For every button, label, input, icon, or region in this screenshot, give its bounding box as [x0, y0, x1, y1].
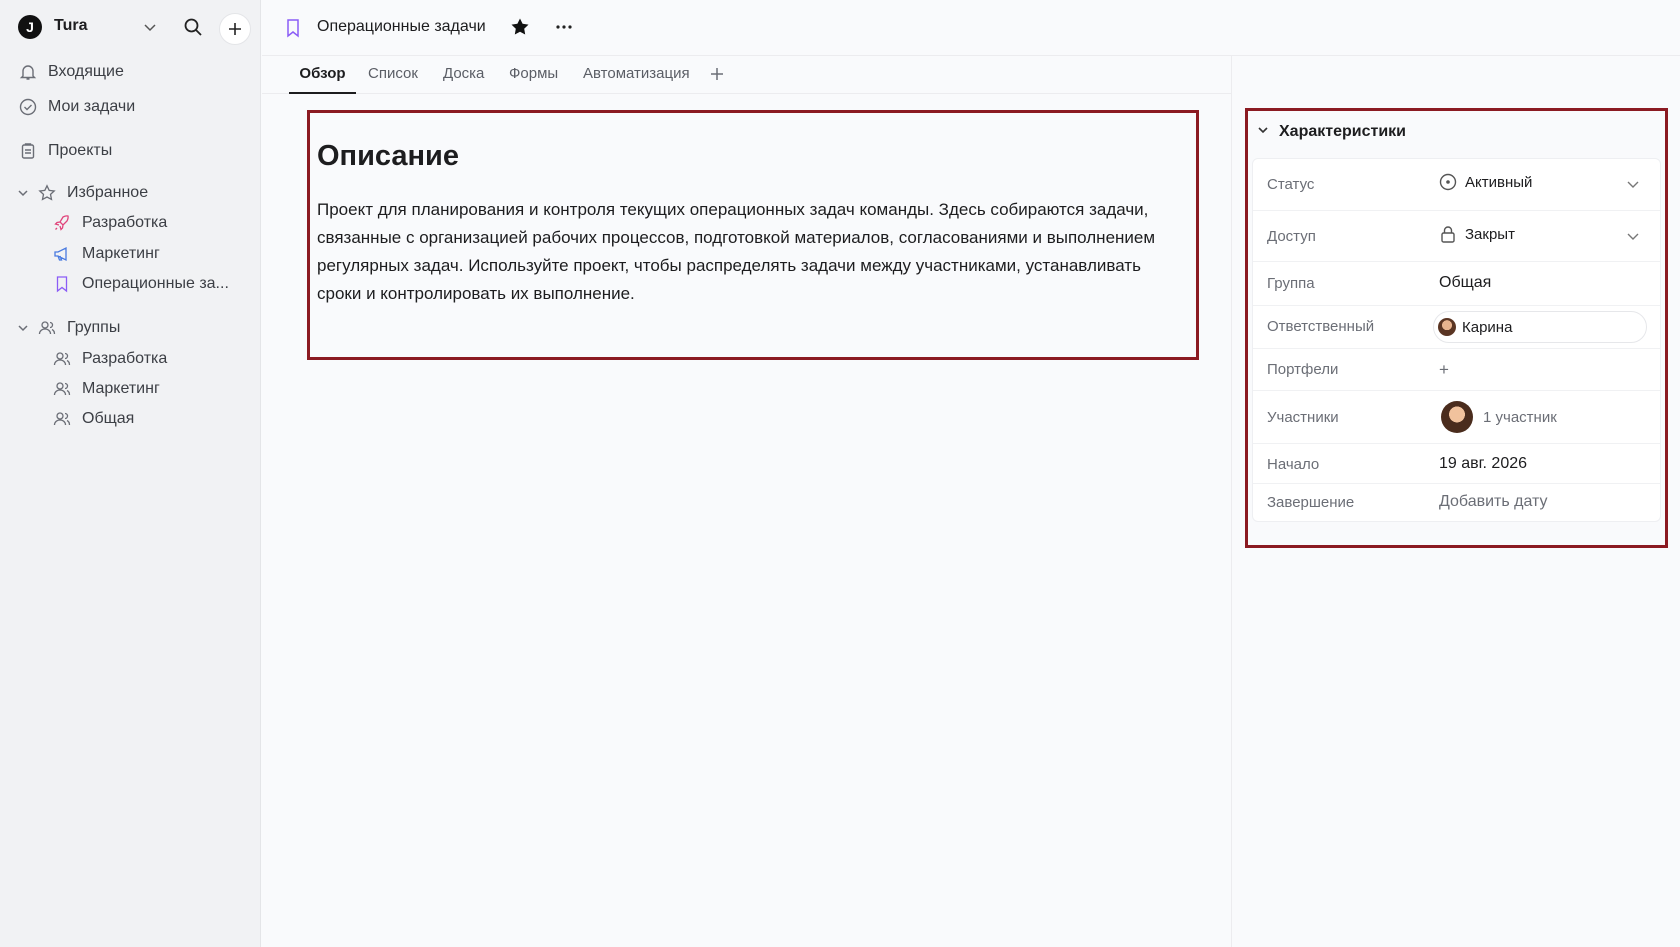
star-outline-icon: [37, 183, 57, 203]
chevron-down-icon[interactable]: [1626, 229, 1640, 248]
sidebar-item-label: Маркетинг: [82, 245, 160, 262]
group-value[interactable]: Общая: [1439, 274, 1491, 292]
group-icon: [52, 349, 72, 369]
sidebar-item-group-marketing[interactable]: Маркетинг: [52, 375, 160, 403]
check-circle-icon: [18, 97, 38, 117]
project-header: Операционные задачи: [262, 0, 1680, 56]
owner-chip-body[interactable]: Карина: [1433, 311, 1647, 343]
tab-list[interactable]: Список: [368, 56, 418, 94]
bookmark-icon: [52, 274, 72, 294]
sidebar-item-label: Разработка: [82, 350, 168, 367]
bookmark-icon: [284, 18, 302, 43]
sidebar-item-favorite-ops[interactable]: Операционные за...: [52, 270, 229, 298]
sidebar-item-group-dev[interactable]: Разработка: [52, 345, 167, 373]
add-tab-icon[interactable]: [709, 66, 725, 87]
sidebar: J Tura Входящие Мои задачи Проекты Избра…: [0, 0, 261, 947]
owner-name: Карина: [1462, 318, 1513, 336]
sidebar-item-label: Разработка: [82, 214, 168, 231]
sidebar-item-favorite-dev[interactable]: Разработка: [52, 209, 167, 237]
chevron-down-icon[interactable]: [1257, 123, 1269, 141]
sidebar-item-label: Общая: [82, 410, 135, 427]
sidebar-section-label: Избранное: [67, 184, 149, 201]
tab-automation[interactable]: Автоматизация: [583, 56, 690, 94]
avatar: [1438, 318, 1456, 336]
sidebar-item-label: Маркетинг: [82, 380, 160, 397]
description-title: Описание: [317, 140, 459, 172]
workspace-switcher[interactable]: J Tura: [18, 13, 254, 45]
start-date-value[interactable]: 19 авг. 2026: [1439, 455, 1527, 473]
tab-bar: Обзор Список Доска Формы Автоматизация: [262, 56, 1232, 94]
sidebar-section-label: Группы: [67, 319, 121, 336]
end-date-placeholder: Добавить дату: [1439, 493, 1548, 510]
tab-forms[interactable]: Формы: [509, 56, 558, 94]
add-end-date-button[interactable]: Добавить дату: [1439, 493, 1548, 511]
property-label: Доступ: [1267, 228, 1316, 245]
group-icon: [52, 379, 72, 399]
sidebar-item-label: Проекты: [48, 142, 113, 159]
clipboard-icon: [18, 141, 38, 161]
members-value[interactable]: 1 участник: [1441, 401, 1557, 433]
properties-header[interactable]: Характеристики: [1257, 120, 1406, 144]
status-circle-icon: [1439, 173, 1457, 191]
properties-card: Статус Активный Доступ Закрыт Группа Общ…: [1252, 158, 1661, 522]
tab-board[interactable]: Доска: [443, 56, 484, 94]
status-text: Активный: [1465, 173, 1533, 191]
property-label: Портфели: [1267, 361, 1339, 378]
sidebar-item-label: Мои задачи: [48, 98, 136, 115]
sidebar-item-projects[interactable]: Проекты: [18, 137, 112, 165]
sidebar-item-inbox[interactable]: Входящие: [18, 58, 124, 86]
property-label: Ответственный: [1267, 318, 1375, 335]
sidebar-item-label: Операционные за...: [82, 275, 229, 292]
sidebar-item-group-general[interactable]: Общая: [52, 405, 134, 433]
property-row-group[interactable]: Группа Общая: [1253, 262, 1660, 306]
property-label: Завершение: [1267, 494, 1355, 511]
status-value[interactable]: Активный: [1439, 173, 1532, 191]
bell-icon: [18, 62, 38, 82]
property-label: Начало: [1267, 456, 1320, 473]
property-row-end[interactable]: Завершение Добавить дату: [1253, 484, 1660, 522]
panel-divider: [1231, 56, 1232, 947]
add-button[interactable]: [219, 13, 251, 45]
group-icon: [37, 318, 57, 338]
property-row-status[interactable]: Статус Активный: [1253, 159, 1660, 211]
owner-chip[interactable]: Карина: [1433, 311, 1647, 343]
property-row-portfolios[interactable]: Портфели +: [1253, 349, 1660, 391]
sidebar-item-my-tasks[interactable]: Мои задачи: [18, 93, 135, 121]
chevron-down-icon[interactable]: [1626, 177, 1640, 196]
megaphone-icon: [52, 244, 72, 264]
members-count: 1 участник: [1483, 408, 1557, 426]
access-text: Закрыт: [1465, 225, 1515, 243]
add-portfolio-button[interactable]: +: [1439, 360, 1449, 380]
tab-overview[interactable]: Обзор: [289, 56, 356, 94]
workspace-name: Tura: [54, 17, 88, 34]
property-row-access[interactable]: Доступ Закрыт: [1253, 211, 1660, 262]
property-row-members[interactable]: Участники 1 участник: [1253, 391, 1660, 444]
chevron-down-icon[interactable]: [15, 183, 31, 203]
description-text[interactable]: Проект для планирования и контроля текущ…: [317, 196, 1187, 308]
property-label: Статус: [1267, 176, 1315, 193]
star-icon[interactable]: [510, 17, 530, 42]
sidebar-item-favorite-marketing[interactable]: Маркетинг: [52, 240, 160, 268]
chevron-down-icon[interactable]: [142, 19, 158, 40]
page-title: Операционные задачи: [317, 18, 486, 35]
access-value[interactable]: Закрыт: [1439, 225, 1515, 243]
sidebar-section-favorites[interactable]: Избранное: [15, 179, 148, 207]
search-icon[interactable]: [183, 17, 203, 42]
rocket-icon: [52, 213, 72, 233]
avatar: [1441, 401, 1473, 433]
group-icon: [52, 409, 72, 429]
properties-title: Характеристики: [1279, 123, 1407, 140]
workspace-logo: J: [18, 15, 42, 39]
property-row-owner[interactable]: Ответственный Карина: [1253, 306, 1660, 349]
property-label: Группа: [1267, 275, 1315, 292]
lock-icon: [1439, 225, 1457, 243]
sidebar-item-label: Входящие: [48, 63, 124, 80]
sidebar-section-groups[interactable]: Группы: [15, 314, 120, 342]
more-icon[interactable]: [554, 17, 574, 42]
property-label: Участники: [1267, 409, 1339, 426]
property-row-start[interactable]: Начало 19 авг. 2026: [1253, 444, 1660, 484]
chevron-down-icon[interactable]: [15, 318, 31, 338]
